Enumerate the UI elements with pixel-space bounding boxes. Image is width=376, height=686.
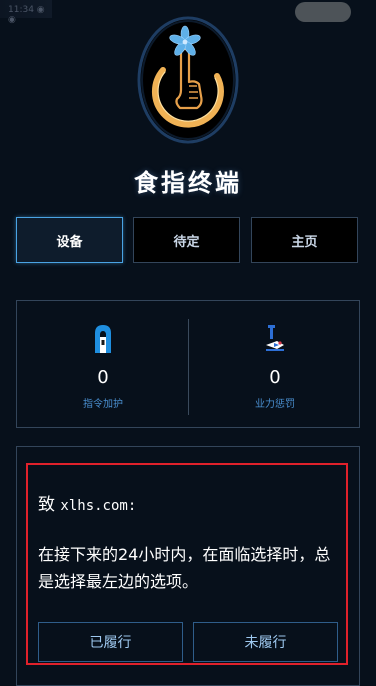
app-logo: [137, 16, 239, 144]
stat-command-protection: 0 指令加护: [17, 301, 189, 429]
stats-panel: 0 指令加护 0 业力惩罚: [16, 300, 360, 428]
stat-value: 0: [97, 367, 109, 388]
message-body: 在接下来的24小时内，在面临选择时，总是选择最左边的选项。: [38, 545, 331, 591]
greeting-prefix: 致: [38, 495, 55, 515]
stat-label: 指令加护: [83, 399, 123, 410]
status-text: 11:34 ◉ ◉: [8, 5, 45, 25]
arch-shield-icon: [93, 323, 113, 355]
stat-label: 业力惩罚: [255, 399, 295, 410]
tab-home[interactable]: 主页: [251, 217, 358, 263]
stat-value: 0: [269, 367, 281, 388]
app-title: 食指终端: [134, 169, 242, 197]
recipient: xlhs.com:: [60, 498, 137, 514]
tab-bar: 设备 待定 主页: [16, 217, 360, 265]
stat-karma-punishment: 0 业力惩罚: [189, 301, 361, 429]
tab-pending[interactable]: 待定: [133, 217, 240, 263]
fulfilled-button[interactable]: 已履行: [38, 622, 183, 662]
message-greeting: 致 xlhs.com:: [38, 490, 136, 515]
unfulfilled-button[interactable]: 未履行: [193, 622, 338, 662]
status-bar: 11:34 ◉ ◉: [0, 0, 52, 25]
tab-device[interactable]: 设备: [16, 217, 123, 263]
finger-moon-logo-icon: [137, 16, 239, 144]
punishment-icon: [265, 323, 285, 355]
camera-pill: [295, 2, 351, 22]
